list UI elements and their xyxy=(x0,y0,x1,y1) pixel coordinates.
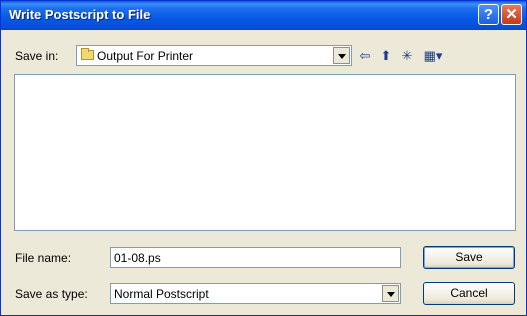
cancel-button[interactable]: Cancel xyxy=(423,282,515,305)
window-title: Write Postscript to File xyxy=(9,7,151,22)
folder-icon xyxy=(81,48,94,60)
help-button[interactable]: ? xyxy=(478,4,499,25)
up-folder-icon[interactable]: ⬆ xyxy=(378,48,394,64)
save-as-type-value: Normal Postscript xyxy=(114,287,209,301)
close-button[interactable]: ✕ xyxy=(501,4,522,25)
save-dialog: Write Postscript to File ? ✕ Save in: Ou… xyxy=(0,0,527,316)
dropdown-arrow-icon[interactable] xyxy=(382,285,399,302)
file-list[interactable] xyxy=(14,74,516,231)
new-folder-icon[interactable]: ✳ xyxy=(399,48,415,64)
save-as-type-label: Save as type: xyxy=(15,287,88,301)
dropdown-arrow-icon[interactable] xyxy=(333,47,350,64)
back-icon[interactable]: ⇦ xyxy=(357,48,373,64)
save-in-combo[interactable]: Output For Printer xyxy=(76,45,352,66)
save-in-label: Save in: xyxy=(15,49,59,63)
title-bar[interactable]: Write Postscript to File ? ✕ xyxy=(1,1,526,30)
save-in-value: Output For Printer xyxy=(97,49,194,63)
view-menu-icon[interactable]: ▦▾ xyxy=(420,48,446,64)
file-name-label: File name: xyxy=(15,251,72,265)
save-button[interactable]: Save xyxy=(423,246,515,269)
file-name-input[interactable]: 01-08.ps xyxy=(110,247,401,268)
save-as-type-combo[interactable]: Normal Postscript xyxy=(110,283,401,304)
